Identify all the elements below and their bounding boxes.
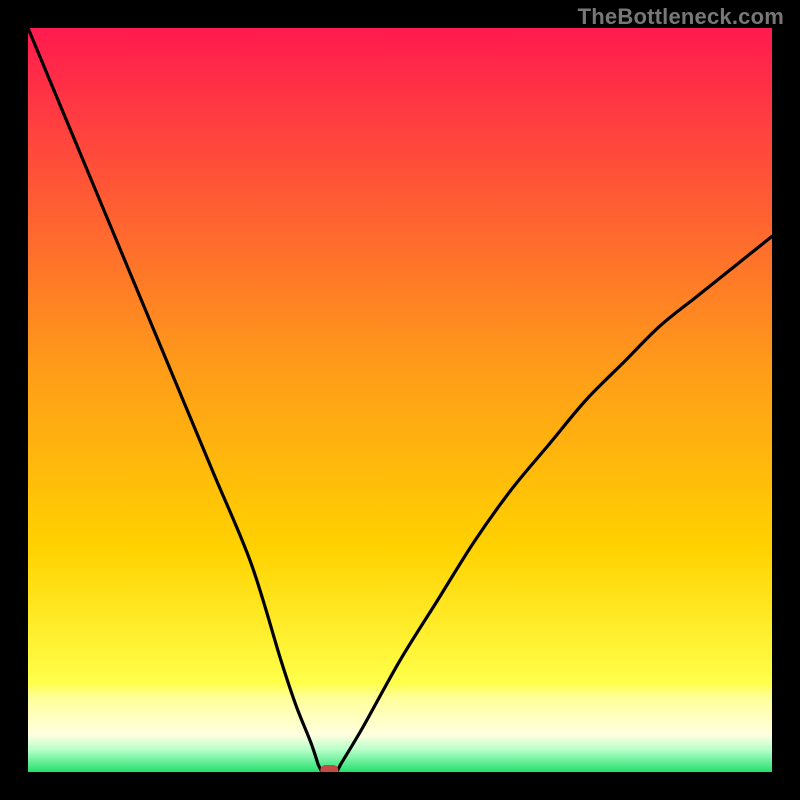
plot-area <box>28 28 772 772</box>
optimal-marker <box>320 765 338 772</box>
bottleneck-chart <box>28 28 772 772</box>
watermark-text: TheBottleneck.com <box>578 4 784 30</box>
chart-container: TheBottleneck.com <box>0 0 800 800</box>
